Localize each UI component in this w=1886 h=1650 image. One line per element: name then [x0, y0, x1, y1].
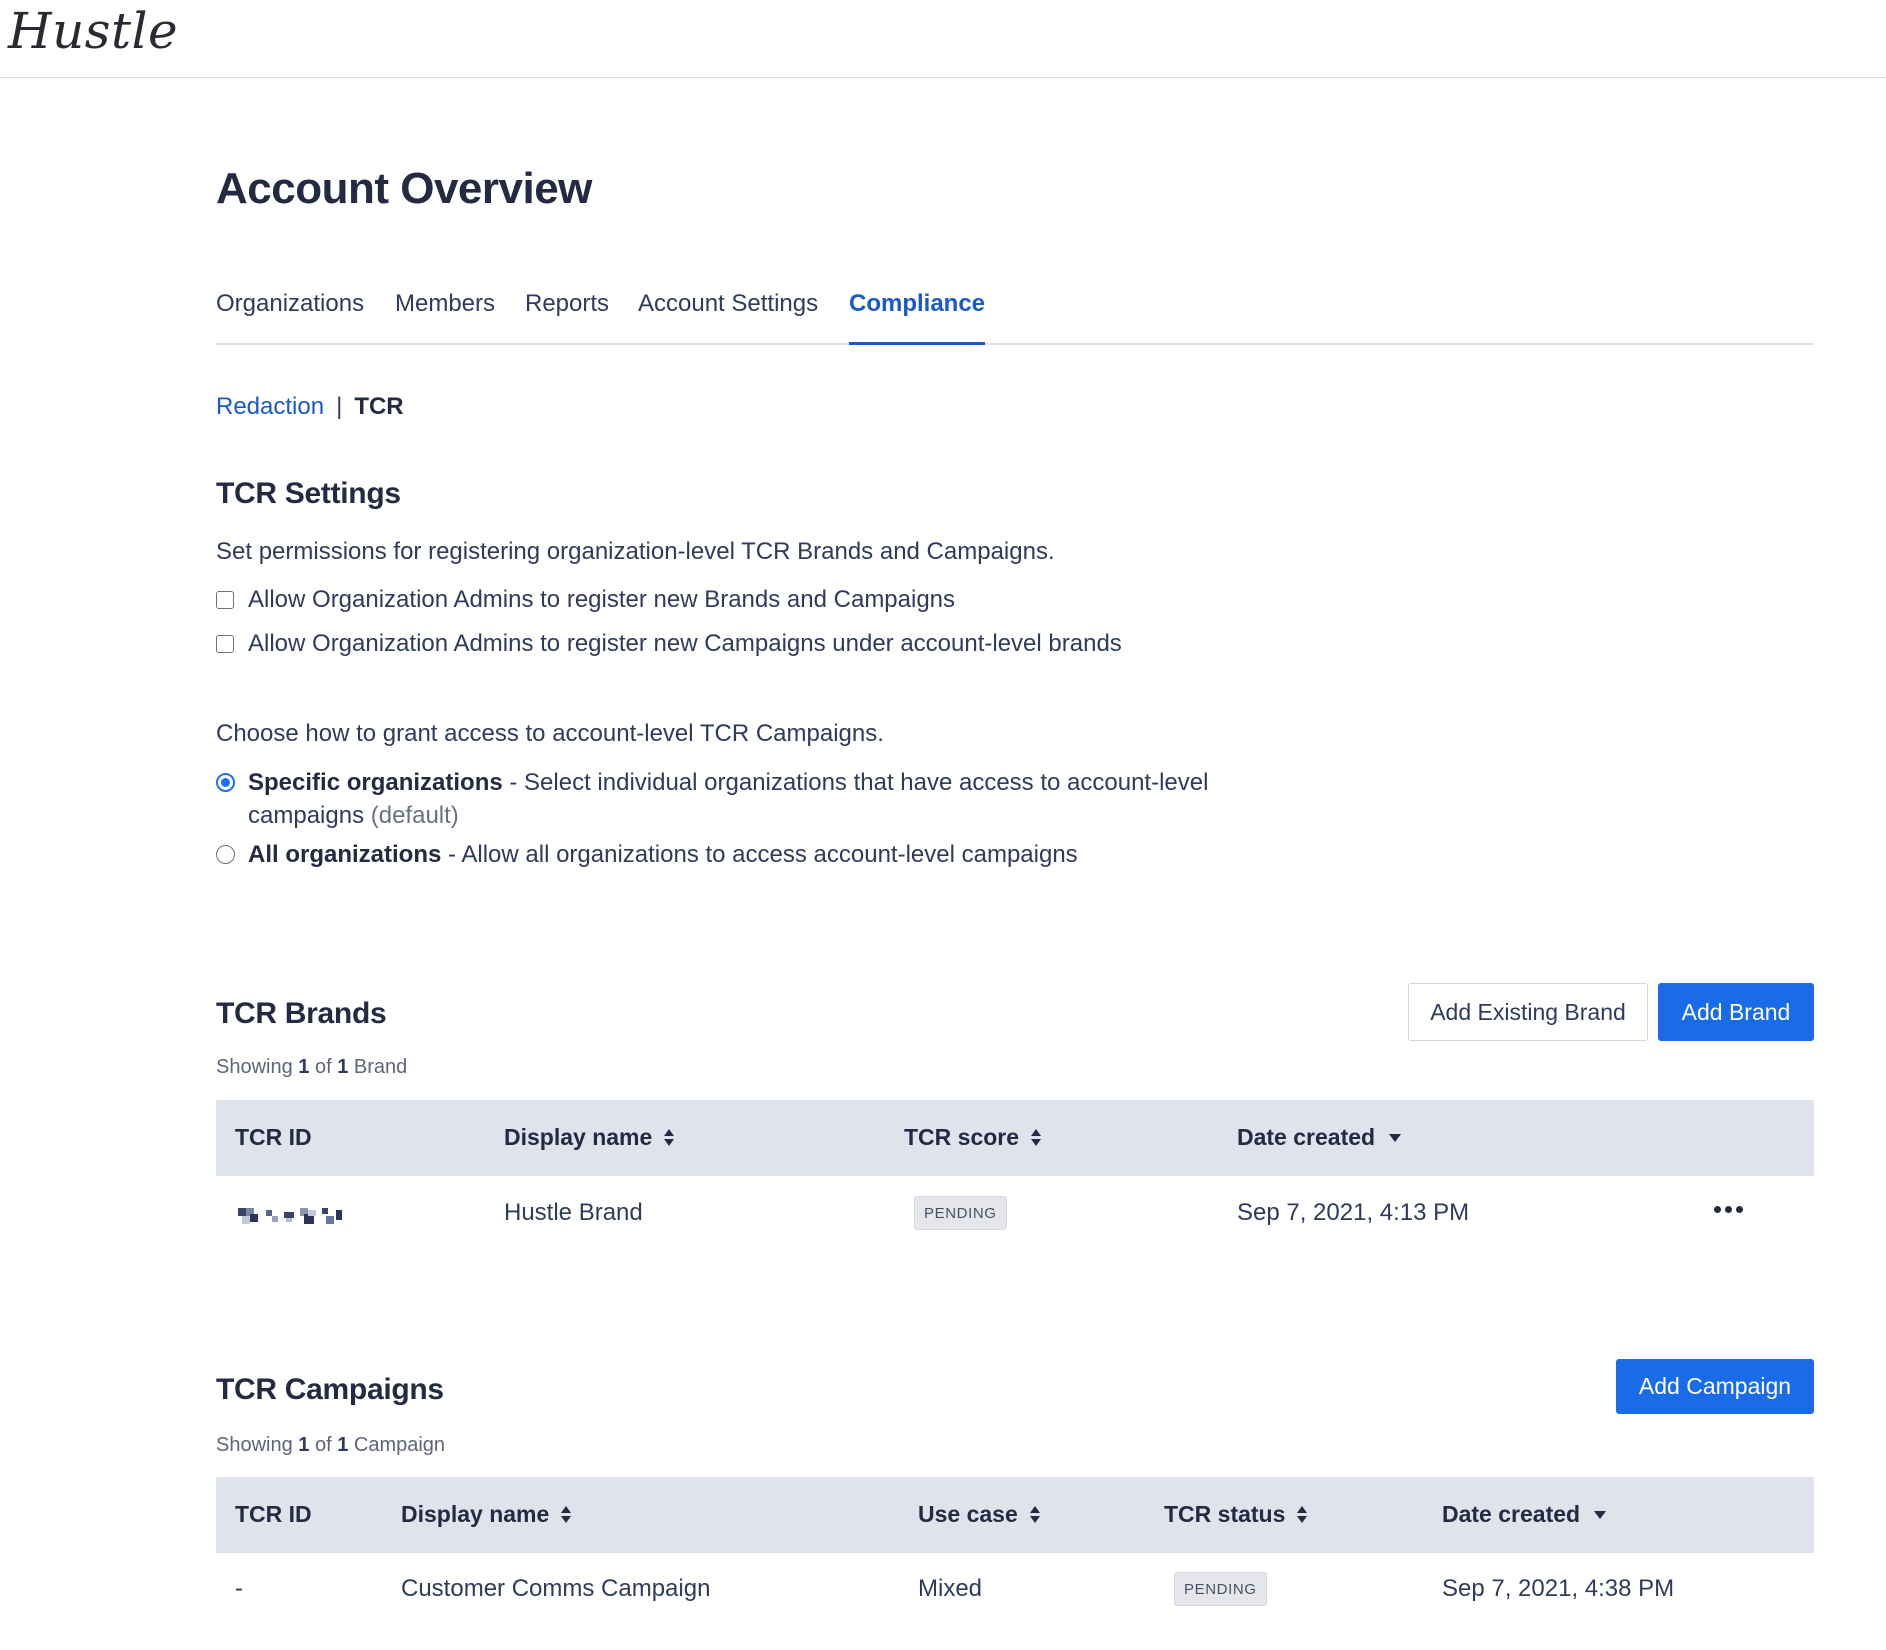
column-label: TCR ID	[235, 1124, 312, 1150]
tab-organizations[interactable]: Organizations	[216, 290, 364, 345]
column-label: Display name	[504, 1124, 653, 1150]
brand-date-created: Sep 7, 2021, 4:13 PM	[1237, 1199, 1470, 1226]
column-header-display-name[interactable]: Display name	[504, 1124, 675, 1151]
showing-noun: Campaign	[348, 1434, 446, 1456]
subnav-separator: |	[336, 393, 343, 420]
checkbox-row-campaigns-account-brands[interactable]: Allow Organization Admins to register ne…	[216, 630, 1122, 658]
status-badge: PENDING	[914, 1196, 1007, 1230]
campaign-date-created: Sep 7, 2021, 4:38 PM	[1442, 1575, 1675, 1602]
column-label: TCR status	[1164, 1501, 1286, 1527]
tab-reports[interactable]: Reports	[525, 290, 609, 345]
column-header-date-created[interactable]: Date created	[1442, 1501, 1607, 1528]
column-header-display-name[interactable]: Display name	[401, 1501, 572, 1528]
tcr-settings-heading: TCR Settings	[216, 477, 401, 510]
column-header-use-case[interactable]: Use case	[918, 1501, 1040, 1528]
redacted-tcr-id	[238, 1208, 342, 1224]
top-bar: Hustle	[0, 0, 1886, 78]
radio-row-all-organizations[interactable]: All organizations - Allow all organizati…	[216, 838, 1216, 871]
tab-account-settings[interactable]: Account Settings	[638, 290, 818, 345]
radio-label: Specific organizations - Select individu…	[248, 766, 1248, 832]
checkbox-row-brands-campaigns[interactable]: Allow Organization Admins to register ne…	[216, 586, 955, 614]
add-brand-button[interactable]: Add Brand	[1658, 983, 1814, 1041]
showing-shown: 1	[298, 1056, 310, 1078]
column-label: Date created	[1442, 1501, 1581, 1527]
column-label: TCR score	[904, 1124, 1020, 1150]
tcr-campaigns-heading: TCR Campaigns	[216, 1373, 444, 1406]
status-badge: PENDING	[1174, 1572, 1267, 1606]
showing-of: of	[309, 1056, 338, 1078]
tab-compliance[interactable]: Compliance	[849, 290, 986, 345]
radio-default-hint: (default)	[370, 802, 459, 829]
tcr-settings-description: Set permissions for registering organiza…	[216, 538, 1055, 565]
tcr-brands-heading: TCR Brands	[216, 997, 387, 1030]
radio-description: - Allow all organizations to access acco…	[441, 841, 1078, 868]
access-prompt: Choose how to grant access to account-le…	[216, 720, 884, 747]
campaign-display-name[interactable]: Customer Comms Campaign	[401, 1575, 710, 1603]
campaign-use-case: Mixed	[918, 1575, 983, 1602]
sort-arrows-icon[interactable]	[664, 1129, 675, 1146]
brands-table-header: TCR ID Display name TCR score Date creat…	[216, 1100, 1814, 1176]
brand-display-name[interactable]: Hustle Brand	[504, 1199, 643, 1227]
caret-down-icon[interactable]	[1389, 1133, 1402, 1142]
showing-noun: Brand	[348, 1056, 408, 1078]
showing-shown: 1	[298, 1434, 310, 1456]
checkbox-label: Allow Organization Admins to register ne…	[248, 630, 1122, 657]
add-campaign-button[interactable]: Add Campaign	[1616, 1359, 1814, 1414]
checkbox-campaigns-account-brands[interactable]	[216, 635, 234, 653]
column-label: Use case	[918, 1501, 1018, 1527]
caret-down-icon[interactable]	[1594, 1510, 1607, 1519]
sort-arrows-icon[interactable]	[1029, 1506, 1040, 1523]
tab-members[interactable]: Members	[395, 290, 495, 345]
column-header-tcr-status[interactable]: TCR status	[1164, 1501, 1308, 1528]
sort-arrows-icon[interactable]	[1031, 1129, 1042, 1146]
showing-of: of	[309, 1434, 338, 1456]
showing-total: 1	[337, 1434, 349, 1456]
column-label: Display name	[401, 1501, 550, 1527]
more-horizontal-icon[interactable]	[1714, 1206, 1743, 1213]
subnav-tcr-current: TCR	[354, 393, 404, 420]
column-label: Date created	[1237, 1124, 1376, 1150]
checkbox-brands-campaigns[interactable]	[216, 591, 234, 609]
column-header-tcr-id: TCR ID	[235, 1124, 312, 1151]
radio-label: All organizations - Allow all organizati…	[248, 838, 1248, 871]
checkbox-label: Allow Organization Admins to register ne…	[248, 586, 956, 613]
column-header-tcr-id: TCR ID	[235, 1501, 312, 1528]
radio-all-organizations[interactable]	[216, 845, 235, 864]
page-title: Account Overview	[216, 164, 592, 213]
tab-bar: Organizations Members Reports Account Se…	[216, 290, 1814, 345]
brands-showing-count: Showing 1 of 1 Brand	[216, 1056, 407, 1079]
radio-title: All organizations	[248, 841, 442, 868]
campaigns-table-header: TCR ID Display name Use case TCR status …	[216, 1477, 1814, 1553]
compliance-subnav: Redaction | TCR	[216, 393, 404, 421]
radio-row-specific-organizations[interactable]: Specific organizations - Select individu…	[216, 766, 1216, 832]
app-logo[interactable]: Hustle	[8, 2, 178, 60]
radio-title: Specific organizations	[248, 769, 503, 796]
sort-arrows-icon[interactable]	[561, 1506, 572, 1523]
column-header-date-created[interactable]: Date created	[1237, 1124, 1402, 1151]
campaigns-showing-count: Showing 1 of 1 Campaign	[216, 1434, 445, 1457]
subnav-redaction-link[interactable]: Redaction	[216, 393, 324, 420]
add-existing-brand-button[interactable]: Add Existing Brand	[1408, 983, 1648, 1041]
campaign-tcr-id: -	[235, 1575, 243, 1602]
showing-prefix: Showing	[216, 1434, 299, 1456]
showing-prefix: Showing	[216, 1056, 299, 1078]
radio-specific-organizations[interactable]	[216, 773, 235, 792]
column-header-tcr-score[interactable]: TCR score	[904, 1124, 1042, 1151]
showing-total: 1	[337, 1056, 349, 1078]
sort-arrows-icon[interactable]	[1297, 1506, 1308, 1523]
column-label: TCR ID	[235, 1501, 312, 1527]
